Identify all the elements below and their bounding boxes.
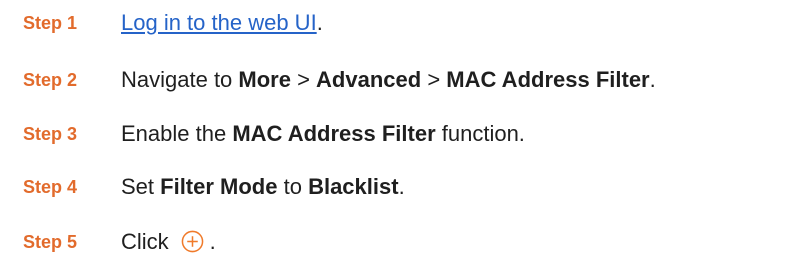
text-segment: to xyxy=(277,174,309,199)
punctuation: . xyxy=(209,229,216,254)
step-text: Set Filter Mode to Blacklist. xyxy=(121,174,405,200)
step-label: Step 5 xyxy=(23,231,78,252)
step-text: Navigate to More > Advanced > MAC Addres… xyxy=(121,67,656,93)
punctuation: . xyxy=(649,67,656,92)
setting-name: Filter Mode xyxy=(160,174,278,199)
step-label: Step 3 xyxy=(23,123,78,144)
step-text: Click. xyxy=(121,229,216,255)
web-ui-login-link[interactable]: Log in to the web UI xyxy=(121,10,317,35)
text-segment: Navigate to xyxy=(121,67,239,92)
setting-value: Blacklist xyxy=(308,174,399,199)
text-segment: function. xyxy=(435,121,525,146)
punctuation: . xyxy=(316,10,323,35)
step-label: Step 2 xyxy=(23,69,78,90)
text-segment: Enable the xyxy=(121,121,233,146)
step-text: Log in to the web UI. xyxy=(121,10,323,36)
text-segment: Set xyxy=(121,174,161,199)
plus-circle-icon xyxy=(181,230,204,253)
separator: > xyxy=(421,67,447,92)
menu-more: More xyxy=(238,67,291,92)
separator: > xyxy=(290,67,317,92)
step-label: Step 4 xyxy=(23,176,78,197)
menu-mac-address-filter: MAC Address Filter xyxy=(446,67,650,92)
feature-name: MAC Address Filter xyxy=(232,121,436,146)
punctuation: . xyxy=(398,174,405,199)
menu-advanced: Advanced xyxy=(316,67,422,92)
step-label: Step 1 xyxy=(23,12,78,33)
text-segment: Click xyxy=(121,229,169,254)
step-text: Enable the MAC Address Filter function. xyxy=(121,121,525,147)
